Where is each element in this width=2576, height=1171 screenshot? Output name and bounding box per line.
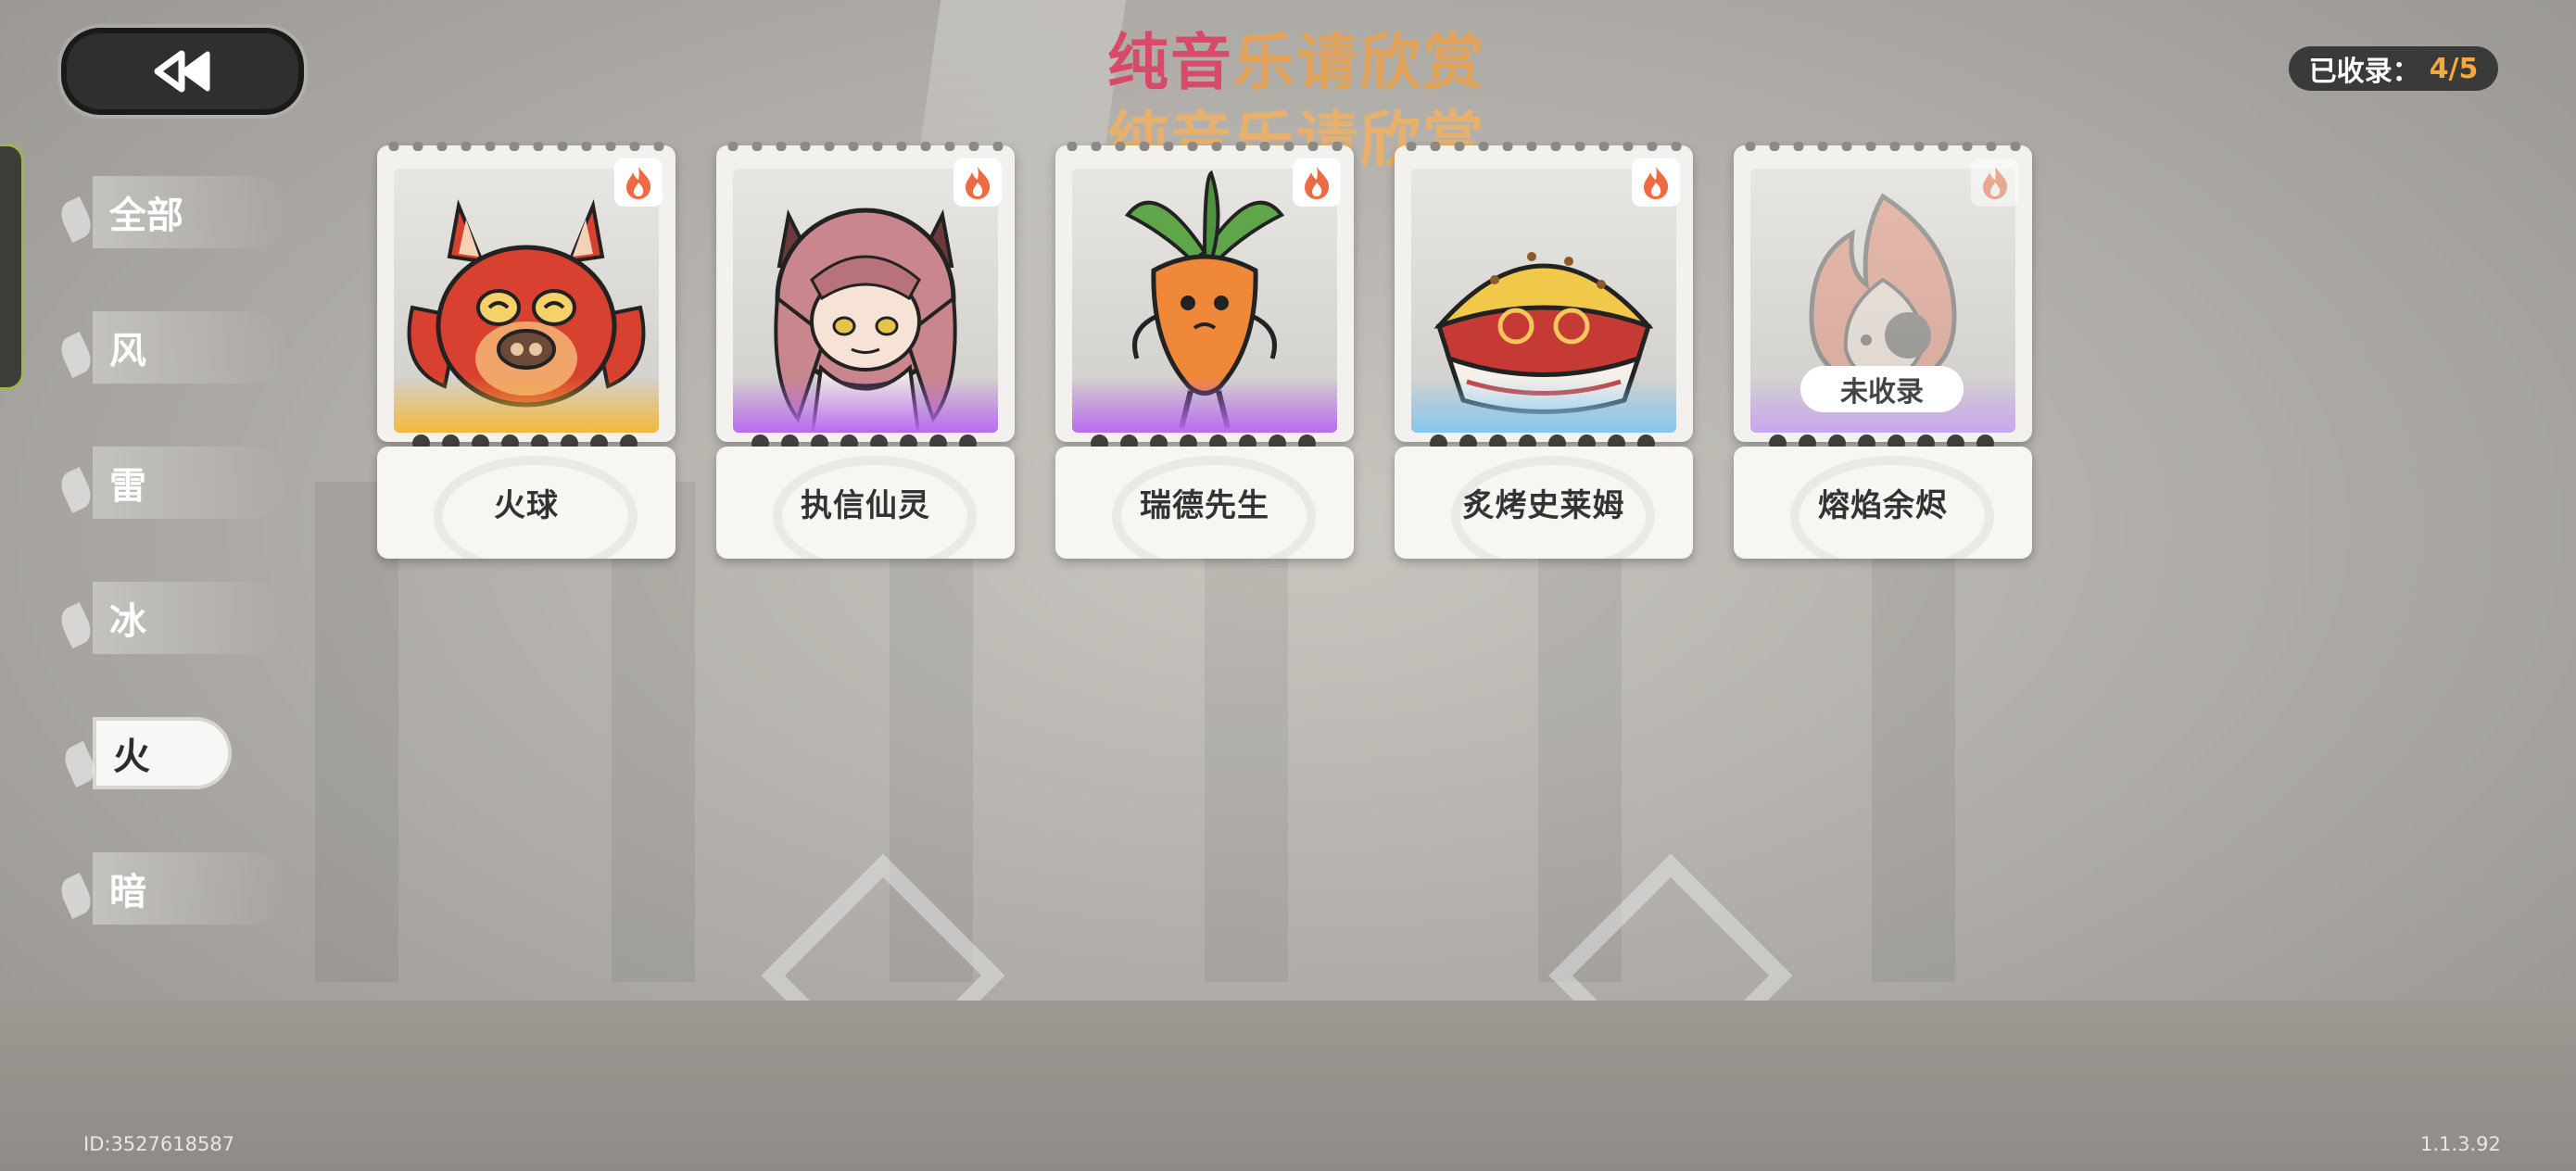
side-drawer-handle[interactable]	[0, 144, 24, 390]
card-perforation	[1065, 142, 1345, 151]
version-number: 1.1.3.92	[2420, 1133, 2501, 1155]
category-label: 雷	[109, 465, 146, 508]
card-frame	[377, 142, 676, 452]
card-name-plate: 执信仙灵	[716, 447, 1015, 559]
card-perforation	[1743, 142, 2023, 151]
background-floor	[0, 1001, 2576, 1171]
fire-element-badge	[1971, 158, 2019, 207]
rarity-glow	[733, 377, 998, 433]
collection-card[interactable]: 炙烤史莱姆	[1395, 142, 1693, 559]
card-art	[733, 169, 998, 433]
card-name: 火球	[494, 487, 559, 524]
fire-icon	[626, 167, 651, 199]
category-thunder[interactable]: 雷	[56, 447, 287, 519]
rarity-glow	[1072, 377, 1337, 433]
card-art	[394, 169, 659, 433]
collection-card[interactable]: 火球	[377, 142, 676, 559]
card-name: 炙烤史莱姆	[1462, 487, 1625, 524]
card-art	[1072, 169, 1337, 433]
card-frame	[1055, 142, 1354, 452]
fire-icon	[966, 167, 991, 199]
page-title: 纯音乐请欣赏	[1107, 13, 1485, 102]
category-label: 火	[113, 736, 150, 778]
card-perforation	[386, 142, 666, 151]
collection-card[interactable]: 瑞德先生	[1055, 142, 1354, 559]
back-button[interactable]	[61, 28, 304, 115]
fire-element-badge	[614, 158, 663, 207]
rarity-glow	[394, 377, 659, 433]
collected-label: 已收录：	[2308, 56, 2420, 88]
card-perforation	[726, 142, 1005, 151]
category-label: 全部	[109, 195, 183, 237]
card-perforation	[1404, 142, 1684, 151]
card-name: 熔焰余烬	[1818, 487, 1948, 524]
category-fire[interactable]: 火	[59, 717, 232, 789]
page-title-part-b: 乐请欣赏	[1233, 27, 1485, 98]
card-name-plate: 火球	[377, 447, 676, 559]
fire-icon	[1644, 167, 1669, 199]
page-title-part-a: 纯音	[1107, 27, 1233, 98]
collection-card[interactable]: 未收录 熔焰余烬	[1734, 142, 2032, 559]
rewind-double-chevron-icon	[154, 50, 210, 93]
card-name: 瑞德先生	[1140, 487, 1269, 524]
category-label: 冰	[109, 600, 146, 643]
card-frame	[716, 142, 1015, 452]
card-name-plate: 熔焰余烬	[1734, 447, 2032, 559]
card-frame	[1395, 142, 1693, 452]
fire-element-badge	[1632, 158, 1680, 207]
category-ice[interactable]: 冰	[56, 582, 287, 654]
fire-element-badge	[953, 158, 1002, 207]
card-frame: 未收录	[1734, 142, 2032, 452]
category-all[interactable]: 全部	[56, 176, 287, 248]
not-collected-badge: 未收录	[1800, 366, 1964, 412]
card-name: 执信仙灵	[801, 487, 930, 524]
category-dark[interactable]: 暗	[56, 852, 287, 925]
collection-card[interactable]: 执信仙灵	[716, 142, 1015, 559]
player-id: ID:3527618587	[83, 1133, 235, 1155]
category-label: 暗	[109, 871, 146, 913]
rarity-glow	[1411, 377, 1676, 433]
fire-element-badge	[1293, 158, 1341, 207]
category-wind[interactable]: 风	[56, 311, 287, 384]
category-label: 风	[109, 330, 146, 372]
collected-count: 4/5	[2429, 52, 2479, 85]
card-name-plate: 炙烤史莱姆	[1395, 447, 1693, 559]
card-art	[1411, 169, 1676, 433]
card-name-plate: 瑞德先生	[1055, 447, 1354, 559]
fire-icon	[1983, 167, 2008, 199]
fire-icon	[1305, 167, 1330, 199]
collected-counter: 已收录： 4/5	[2289, 46, 2498, 91]
